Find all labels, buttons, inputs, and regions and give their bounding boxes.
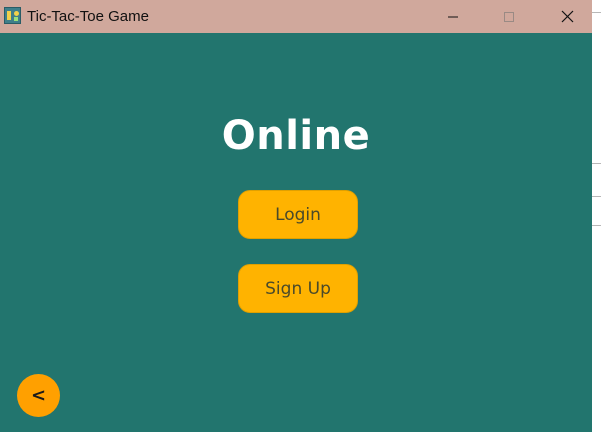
minimize-button[interactable]	[430, 0, 476, 33]
title-bar[interactable]: Tic-Tac-Toe Game	[0, 0, 592, 33]
maximize-button[interactable]	[486, 0, 532, 33]
window-title: Tic-Tac-Toe Game	[27, 8, 149, 25]
close-icon	[561, 10, 573, 23]
app-icon	[4, 7, 21, 24]
close-button[interactable]	[544, 0, 590, 33]
page-title: Online	[221, 113, 371, 159]
maximize-icon	[504, 11, 514, 22]
sign-up-button[interactable]: Sign Up	[238, 264, 358, 313]
login-button[interactable]: Login	[238, 190, 358, 239]
minimize-icon	[448, 16, 458, 17]
app-window: Tic-Tac-Toe Game Online Login Sign Up <	[0, 0, 592, 432]
main-panel: Online Login Sign Up <	[0, 33, 592, 432]
background-window-edge	[592, 0, 601, 432]
back-button[interactable]: <	[17, 374, 60, 417]
